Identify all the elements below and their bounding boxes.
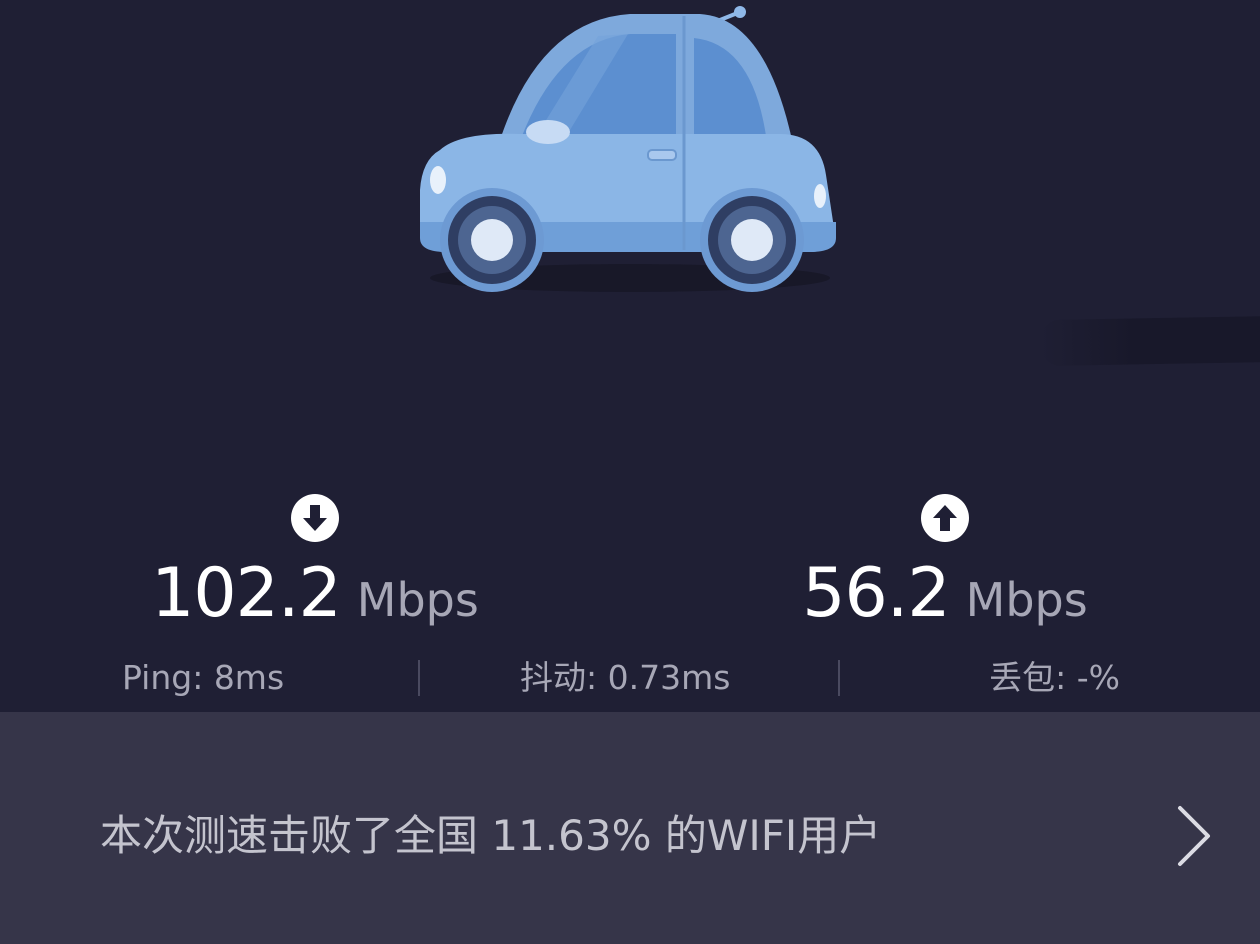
result-summary-text: 本次测速击败了全国 11.63% 的WIFI用户 [100, 811, 882, 860]
arrow-up-circle-icon [921, 494, 969, 542]
chevron-right-icon[interactable] [1170, 800, 1218, 872]
ping-stat: Ping: 8ms [122, 658, 285, 697]
stats-divider [418, 660, 420, 696]
upload-speed-value: 56.2 [802, 554, 950, 633]
upload-speed: 56.2 Mbps [735, 494, 1155, 630]
upload-speed-unit: Mbps [965, 573, 1088, 627]
car-icon [420, 6, 836, 292]
download-speed: 102.2 Mbps [105, 494, 525, 630]
packet-loss-stat: 丢包: -% [989, 658, 1120, 697]
upload-speed-line: 56.2 Mbps [735, 558, 1155, 630]
download-speed-unit: Mbps [356, 573, 479, 627]
shadow-streak [1039, 315, 1260, 367]
arrow-down-circle-icon [291, 494, 339, 542]
jitter-stat: 抖动: 0.73ms [520, 658, 731, 697]
download-speed-value: 102.2 [151, 554, 342, 633]
stats-row: Ping: 8ms 抖动: 0.73ms 丢包: -% [0, 652, 1260, 704]
speed-test-result-screen: 102.2 Mbps 56.2 Mbps Ping: 8ms 抖动: 0.73ms … [0, 0, 1260, 944]
download-speed-line: 102.2 Mbps [105, 558, 525, 630]
stats-divider [838, 660, 840, 696]
